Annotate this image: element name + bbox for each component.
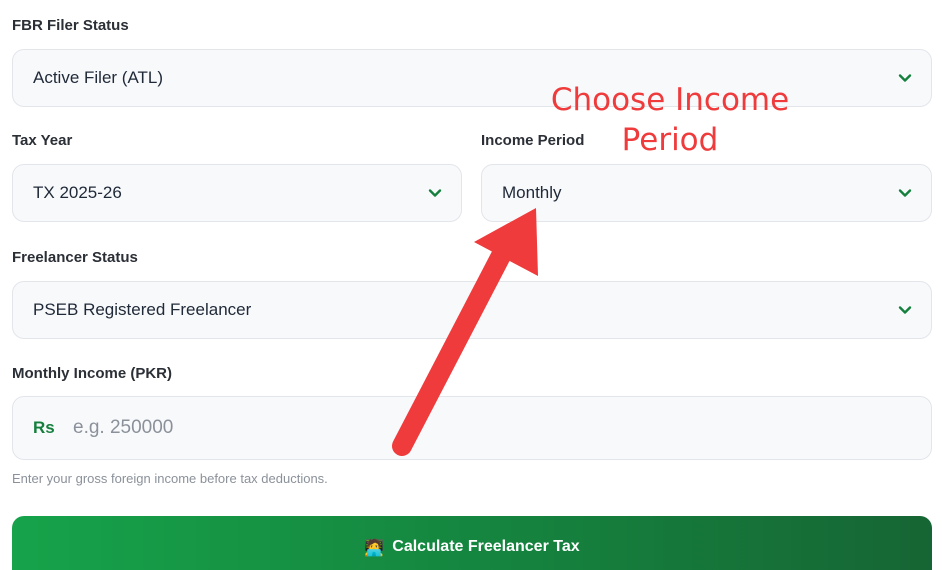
chevron-down-icon <box>898 306 912 314</box>
filer-status-label: FBR Filer Status <box>12 17 129 34</box>
currency-prefix: Rs <box>33 418 55 437</box>
monthly-income-label: Monthly Income (PKR) <box>12 365 172 382</box>
annotation-line-1: Choose Income <box>550 82 790 118</box>
tax-year-label: Tax Year <box>12 132 73 149</box>
tax-year-select[interactable]: TX 2025-26 <box>12 164 462 222</box>
annotation-line-2: Period <box>621 122 719 158</box>
freelancer-status-value: PSEB Registered Freelancer <box>33 300 252 319</box>
monthly-income-field[interactable]: Rs <box>12 396 932 460</box>
income-period-select[interactable]: Monthly <box>481 164 932 222</box>
chevron-down-icon <box>428 189 442 197</box>
freelancer-status-select[interactable]: PSEB Registered Freelancer <box>12 281 932 339</box>
tax-year-value: TX 2025-26 <box>33 183 122 202</box>
chevron-down-icon <box>898 74 912 82</box>
technologist-icon: 🧑‍💻 <box>364 540 385 557</box>
chevron-down-icon <box>898 189 912 197</box>
freelancer-status-label: Freelancer Status <box>12 249 138 266</box>
income-period-value: Monthly <box>502 183 562 202</box>
monthly-income-input[interactable] <box>73 397 931 459</box>
calculate-tax-button[interactable]: 🧑‍💻 Calculate Freelancer Tax <box>12 516 932 570</box>
income-hint: Enter your gross foreign income before t… <box>12 471 328 486</box>
calculate-tax-label: Calculate Freelancer Tax <box>392 538 580 555</box>
annotation-text: Choose Income Period <box>540 80 800 160</box>
